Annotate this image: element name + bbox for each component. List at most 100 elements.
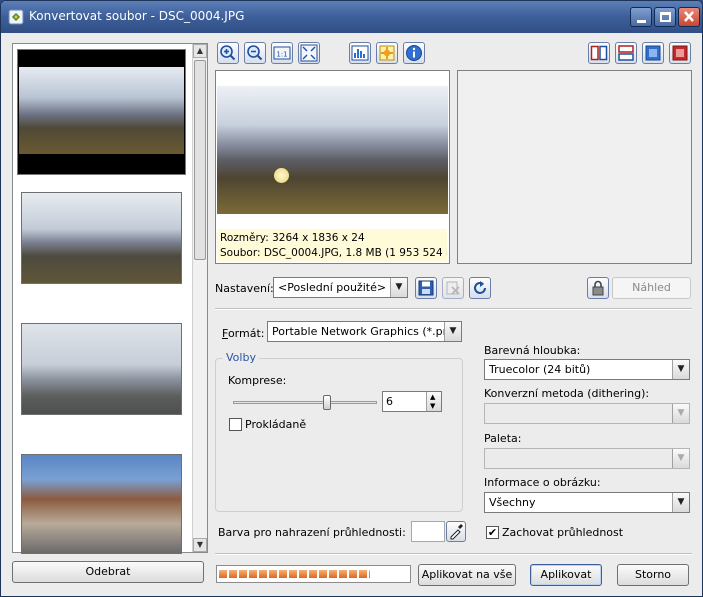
scroll-down-button[interactable]: ▼ — [193, 538, 207, 552]
thumbnail-item[interactable] — [21, 454, 182, 554]
thumbnail-scrollbar[interactable]: ▲ ▼ — [192, 44, 207, 552]
flare-spot — [274, 168, 289, 183]
compression-spinner[interactable]: 6 ▲ ▼ — [382, 391, 442, 412]
progress-segment — [369, 570, 370, 578]
cancel-button[interactable]: Storno — [617, 564, 689, 586]
original-preview-image — [217, 86, 448, 214]
eyedropper-icon — [450, 524, 463, 540]
histogram-button[interactable] — [349, 42, 371, 64]
progress-bar — [216, 565, 411, 583]
dialog-body: ▲ ▼ Odebrat 1:1 Rozměry: 3264 x 1836 x 2… — [5, 33, 700, 594]
chevron-down-icon: ▼ — [672, 449, 689, 468]
delete-settings-button[interactable] — [442, 277, 464, 299]
minimize-icon — [637, 20, 646, 23]
spin-up-icon[interactable]: ▲ — [430, 393, 435, 401]
spin-down-icon[interactable]: ▼ — [430, 402, 435, 410]
info-button[interactable] — [403, 42, 425, 64]
palette-dropdown[interactable]: ▼ — [484, 448, 690, 469]
interlaced-label: Prokládaně — [245, 418, 307, 431]
thumbnail-item[interactable] — [21, 192, 182, 284]
image-info-label: Informace o obrázku: — [484, 476, 601, 489]
preview-button[interactable]: Náhled — [612, 277, 691, 299]
image-info-value: Všechny — [489, 496, 536, 509]
apply-all-button[interactable]: Aplikovat na vše — [418, 564, 516, 586]
view-original-button[interactable] — [642, 42, 664, 64]
progress-segment — [349, 570, 357, 578]
thumbnail-item[interactable] — [21, 323, 182, 415]
split-vertical-icon — [590, 45, 608, 61]
check-mark-icon: ✔ — [487, 526, 498, 539]
split-vertical-button[interactable] — [588, 42, 610, 64]
progress-segment — [219, 570, 227, 578]
result-preview[interactable] — [457, 70, 692, 264]
thumbnail-selected[interactable] — [17, 49, 186, 175]
slider-track — [233, 401, 377, 404]
maximize-button[interactable] — [654, 7, 676, 27]
eyedropper-button[interactable] — [446, 521, 466, 542]
format-dropdown[interactable]: Portable Network Graphics (*.png) ▼ — [267, 321, 462, 342]
progress-segment — [269, 570, 277, 578]
progress-segment — [259, 570, 267, 578]
split-horizontal-button[interactable] — [615, 42, 637, 64]
progress-segment — [249, 570, 257, 578]
zoom-in-icon — [220, 45, 236, 61]
lock-button[interactable] — [587, 277, 609, 299]
title-bar[interactable]: Konvertovat soubor - DSC_0004.JPG — [1, 1, 702, 33]
zoom-out-button[interactable] — [244, 42, 266, 64]
delete-icon — [446, 281, 460, 295]
slider-thumb[interactable] — [323, 395, 331, 410]
original-preview[interactable]: Rozměry: 3264 x 1836 x 24 Soubor: DSC_00… — [215, 70, 450, 264]
transparency-color-swatch[interactable] — [411, 521, 445, 542]
scroll-up-button[interactable]: ▲ — [193, 44, 207, 58]
view-result-icon — [672, 45, 688, 61]
format-value: Portable Network Graphics (*.png) — [272, 325, 461, 338]
close-button[interactable] — [678, 7, 700, 27]
save-icon — [418, 280, 434, 296]
format-label: Formát: — [222, 327, 265, 340]
reset-settings-button[interactable] — [469, 277, 491, 299]
progress-segment — [229, 570, 237, 578]
chevron-down-icon: ▼ — [390, 278, 407, 297]
zoom-out-icon — [247, 45, 263, 61]
progress-segment — [359, 570, 367, 578]
remove-button[interactable]: Odebrat — [12, 561, 204, 583]
image-info-dropdown[interactable]: Všechny ▼ — [484, 492, 690, 513]
scroll-thumb[interactable] — [194, 60, 206, 260]
keep-transparency-checkbox[interactable]: ✔ — [486, 526, 499, 539]
minimize-button[interactable] — [630, 7, 652, 27]
convert-dialog: Konvertovat soubor - DSC_0004.JPG ▲ ▼ Od… — [0, 0, 703, 597]
spin-buttons[interactable]: ▲ ▼ — [426, 392, 441, 411]
apply-button[interactable]: Aplikovat — [530, 564, 602, 586]
progress-segment — [289, 570, 297, 578]
effects-icon — [379, 45, 395, 61]
histogram-icon — [351, 45, 369, 61]
effects-button[interactable] — [376, 42, 398, 64]
dithering-dropdown[interactable]: ▼ — [484, 403, 690, 424]
save-settings-button[interactable] — [415, 277, 437, 299]
view-original-icon — [645, 45, 661, 61]
chevron-down-icon: ▼ — [672, 493, 689, 512]
dimensions-text: Rozměry: 3264 x 1836 x 24 — [220, 232, 365, 244]
thumbnail-image — [19, 67, 184, 154]
svg-text:1:1: 1:1 — [276, 51, 287, 59]
color-depth-dropdown[interactable]: Truecolor (24 bitů) ▼ — [484, 359, 690, 380]
app-icon — [8, 9, 24, 25]
replace-transparency-label: Barva pro nahrazení průhlednosti: — [218, 526, 406, 539]
interlaced-checkbox[interactable] — [229, 418, 242, 431]
actual-size-button[interactable]: 1:1 — [271, 42, 293, 64]
fit-button[interactable] — [298, 42, 320, 64]
zoom-in-button[interactable] — [217, 42, 239, 64]
color-depth-label: Barevná hloubka: — [484, 344, 581, 357]
color-depth-value: Truecolor (24 bitů) — [489, 363, 591, 376]
compression-slider[interactable] — [233, 395, 377, 411]
thumbnail-list[interactable]: ▲ ▼ — [12, 43, 208, 554]
palette-label: Paleta: — [484, 432, 522, 445]
progress-segment — [239, 570, 247, 578]
reset-icon — [474, 281, 486, 294]
image-info-box: Rozměry: 3264 x 1836 x 24 Soubor: DSC_00… — [217, 229, 447, 262]
progress-segment — [329, 570, 337, 578]
keep-transparency-label: Zachovat průhlednost — [502, 526, 624, 539]
settings-dropdown[interactable]: <Poslední použité> ▼ — [273, 277, 408, 298]
view-result-button[interactable] — [669, 42, 691, 64]
compression-label: Komprese: — [228, 374, 287, 387]
